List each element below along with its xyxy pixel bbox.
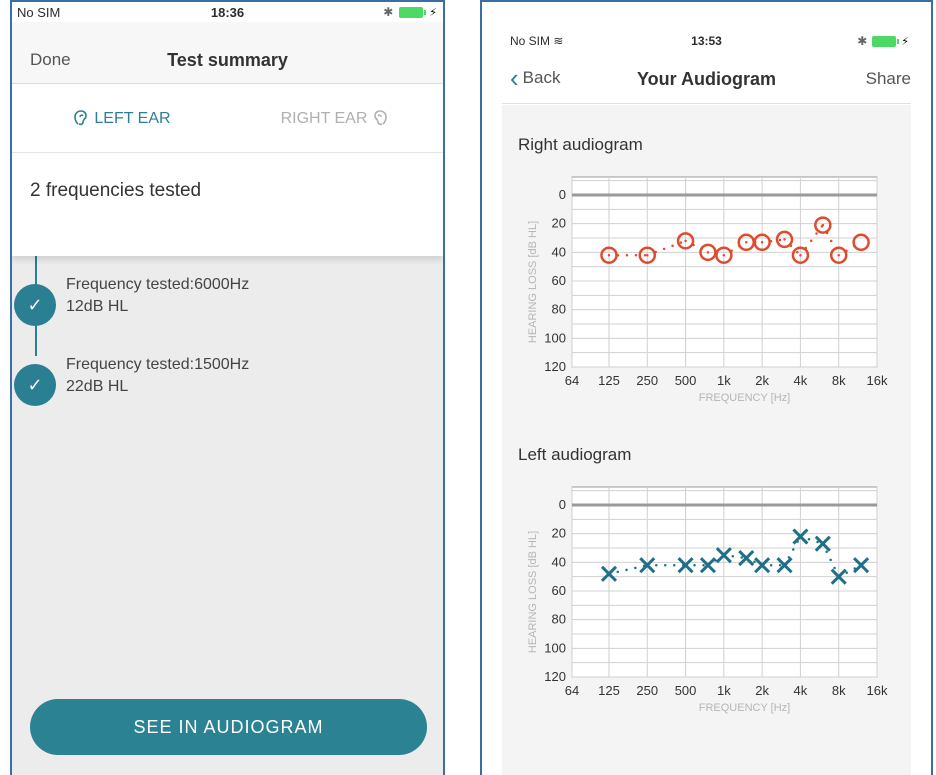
status-bar: No SIM 18:36 ✱ ⚡ bbox=[12, 2, 443, 22]
y-tick-label: 20 bbox=[552, 526, 566, 541]
y-tick-label: 40 bbox=[552, 554, 566, 569]
battery-icon bbox=[399, 6, 427, 18]
x-tick-label: 16k bbox=[867, 373, 888, 388]
y-tick-label: 40 bbox=[552, 244, 566, 259]
x-tick-label: 125 bbox=[598, 683, 620, 698]
page-title: Test summary bbox=[167, 50, 288, 70]
x-tick-label: 500 bbox=[675, 683, 697, 698]
x-tick-label: 2k bbox=[755, 373, 769, 388]
x-tick-label: 8k bbox=[832, 373, 846, 388]
x-tick-label: 250 bbox=[636, 373, 658, 388]
ear-icon bbox=[373, 109, 388, 129]
page-title: Your Audiogram bbox=[637, 69, 776, 89]
y-tick-label: 60 bbox=[552, 583, 566, 598]
checkmark-icon: ✓ bbox=[14, 364, 56, 406]
battery-icon bbox=[872, 35, 900, 47]
x-tick-label: 4k bbox=[794, 373, 808, 388]
status-bar: No SIM ≋ 13:53 ✱ ⚡ bbox=[482, 32, 931, 52]
x-axis-label: FREQUENCY [Hz] bbox=[699, 392, 790, 404]
nav-bar: Done Test summary bbox=[12, 22, 443, 84]
audiogram-content: Right audiogram 0 20 40 60 80 100 120 64 125 250 5… bbox=[502, 105, 911, 775]
y-tick-label: 120 bbox=[544, 359, 566, 374]
list-item: ✓ Frequency tested:6000Hz 12dB HL bbox=[14, 276, 414, 326]
tab-left-ear-label: LEFT EAR bbox=[94, 110, 171, 127]
x-tick-label: 1k bbox=[717, 373, 731, 388]
status-icons: ✱ ⚡ bbox=[383, 5, 437, 19]
x-axis-label: FREQUENCY [Hz] bbox=[699, 702, 790, 714]
y-tick-label: 60 bbox=[552, 273, 566, 288]
frequencies-tested-count: 2 frequencies tested bbox=[30, 180, 202, 201]
x-tick-label: 64 bbox=[565, 683, 579, 698]
frequency-label: Frequency tested:6000Hz bbox=[66, 276, 250, 293]
x-tick-label: 250 bbox=[636, 683, 658, 698]
test-summary-screen: No SIM 18:36 ✱ ⚡ Done Test summary LEFT … bbox=[10, 0, 445, 775]
tab-right-ear[interactable]: RIGHT EAR bbox=[227, 85, 443, 153]
y-tick-label: 80 bbox=[552, 612, 566, 627]
threshold-value: 12dB HL bbox=[66, 298, 129, 315]
charging-icon: ⚡ bbox=[429, 6, 437, 19]
bluetooth-icon: ✱ bbox=[857, 34, 868, 48]
audiogram-screen: No SIM ≋ 13:53 ✱ ⚡ ‹ Back Your Audiogram… bbox=[480, 0, 933, 775]
x-tick-label: 2k bbox=[755, 683, 769, 698]
charging-icon: ⚡ bbox=[901, 35, 909, 48]
ear-tabs: LEFT EAR RIGHT EAR bbox=[12, 85, 443, 234]
x-tick-label: 64 bbox=[565, 373, 579, 388]
x-tick-label: 8k bbox=[832, 683, 846, 698]
y-axis-label: HEARING LOSS [dB HL] bbox=[527, 531, 539, 653]
bluetooth-icon: ✱ bbox=[383, 5, 394, 19]
nav-bar: ‹ Back Your Audiogram Share bbox=[502, 54, 911, 104]
share-button[interactable]: Share bbox=[866, 69, 911, 89]
y-tick-label: 20 bbox=[552, 216, 566, 231]
ear-icon bbox=[74, 109, 88, 129]
list-item: ✓ Frequency tested:1500Hz 22dB HL bbox=[14, 356, 414, 406]
results-timeline: ✓ Frequency tested:6000Hz 12dB HL ✓ Freq… bbox=[12, 256, 443, 775]
y-axis-label: HEARING LOSS [dB HL] bbox=[527, 221, 539, 343]
see-in-audiogram-button[interactable]: SEE IN AUDIOGRAM bbox=[30, 699, 427, 755]
tab-left-ear[interactable]: LEFT EAR bbox=[12, 85, 227, 153]
x-tick-label: 4k bbox=[794, 683, 808, 698]
right-audiogram-title: Right audiogram bbox=[518, 135, 643, 154]
frequency-label: Frequency tested:1500Hz bbox=[66, 356, 250, 373]
y-tick-label: 80 bbox=[552, 302, 566, 317]
tab-right-ear-label: RIGHT EAR bbox=[280, 110, 368, 127]
x-tick-label: 1k bbox=[717, 683, 731, 698]
clock: 18:36 bbox=[210, 5, 245, 20]
y-tick-label: 100 bbox=[544, 330, 566, 345]
y-tick-label: 0 bbox=[559, 497, 566, 512]
left-audiogram-title: Left audiogram bbox=[518, 445, 632, 464]
threshold-value: 22dB HL bbox=[66, 378, 129, 395]
summary-card: 2 frequencies tested bbox=[12, 154, 443, 256]
x-tick-label: 500 bbox=[675, 373, 697, 388]
right-audiogram-chart: 0 20 40 60 80 100 12064 125 250 500 1k 2k 4k 8k 16k FRE… bbox=[527, 176, 888, 404]
y-tick-label: 0 bbox=[559, 187, 566, 202]
y-tick-label: 120 bbox=[544, 669, 566, 684]
left-audiogram-chart: 0 20 40 60 80 100 12064 125 250 500 1k 2k 4k 8k 16k FRE… bbox=[527, 486, 888, 714]
status-icons: ✱ ⚡ bbox=[857, 34, 909, 48]
x-tick-label: 16k bbox=[867, 683, 888, 698]
y-tick-label: 100 bbox=[544, 640, 566, 655]
checkmark-icon: ✓ bbox=[14, 284, 56, 326]
x-tick-label: 125 bbox=[598, 373, 620, 388]
